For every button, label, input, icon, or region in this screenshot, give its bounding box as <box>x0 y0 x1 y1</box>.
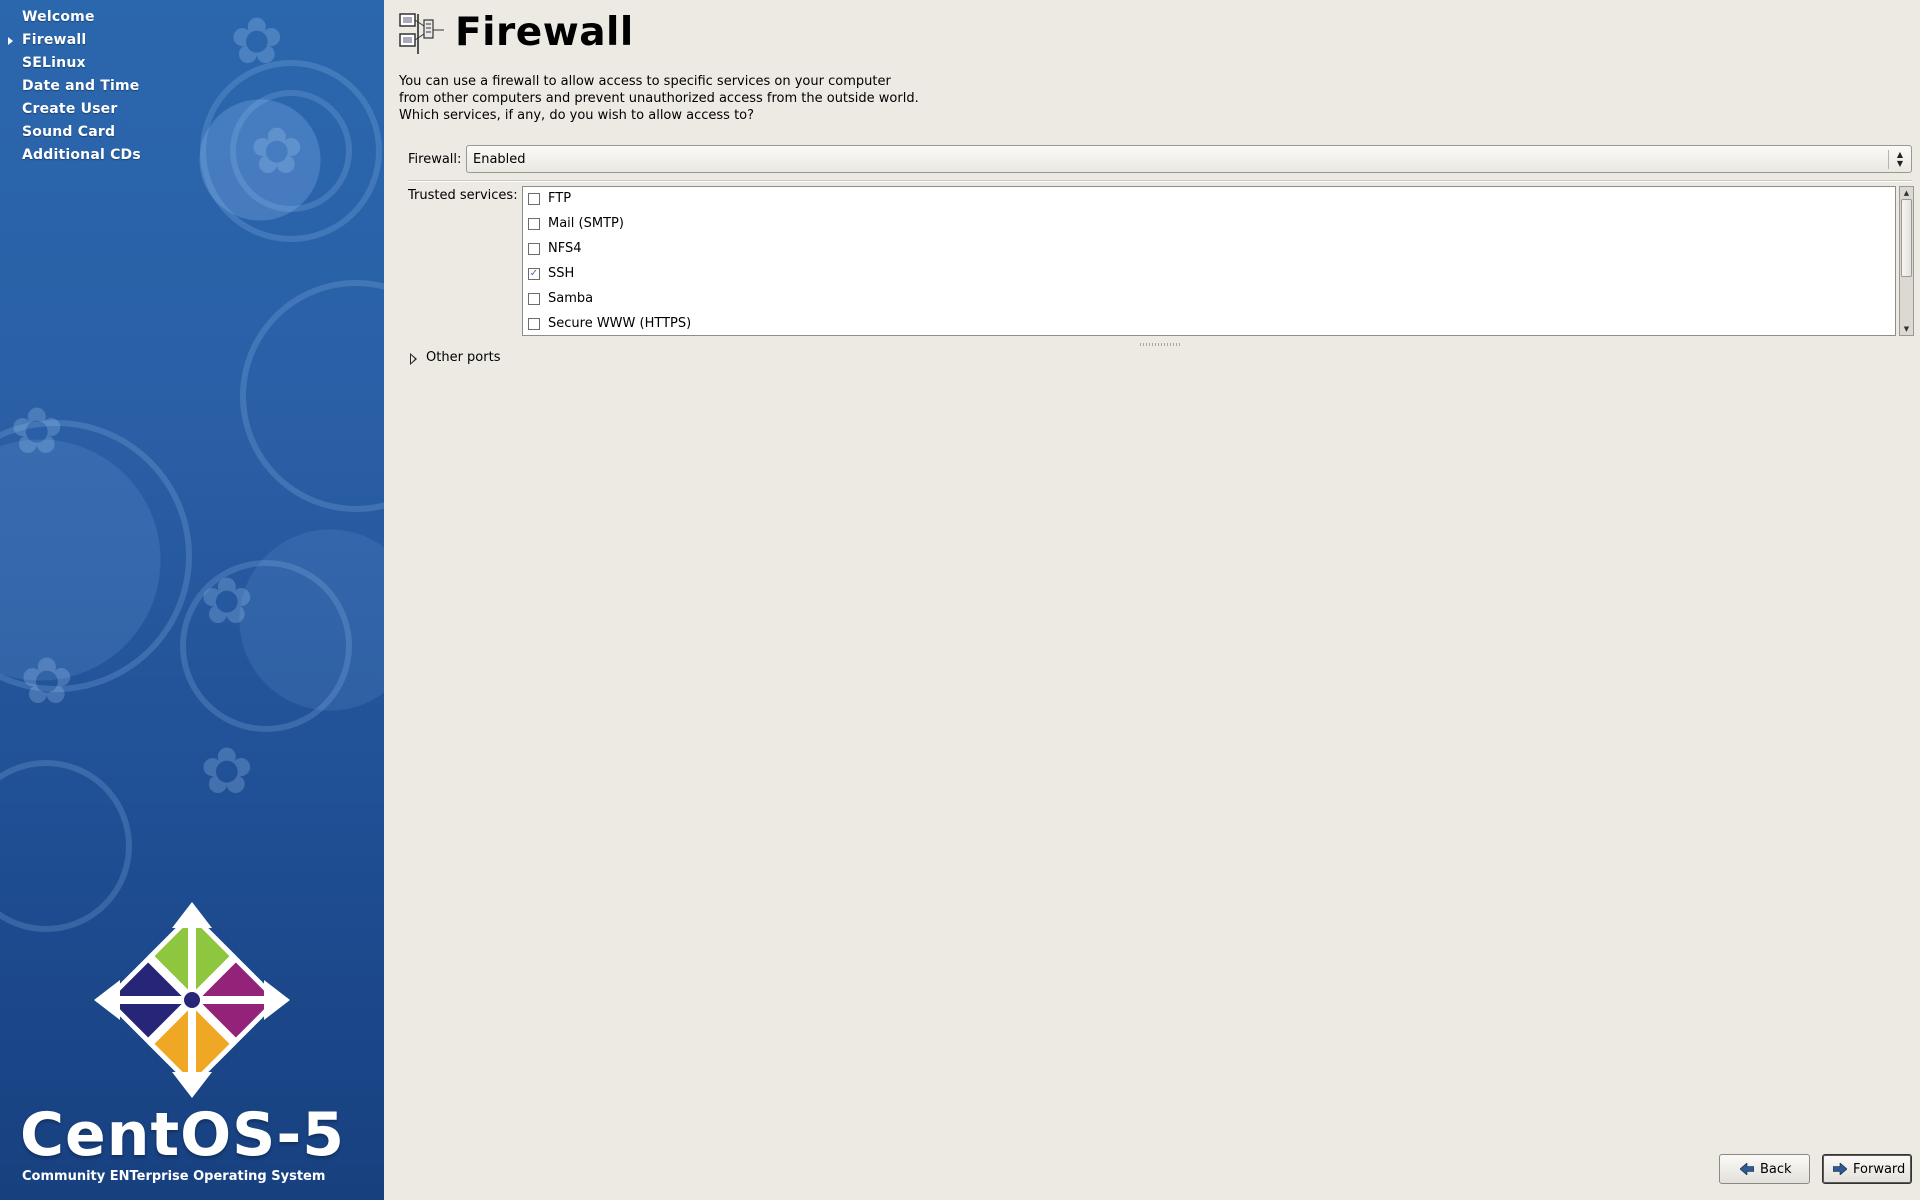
trusted-services-label: Trusted services: <box>408 188 518 203</box>
service-row-ftp[interactable]: FTP <box>523 187 1895 212</box>
scroll-down-arrow-icon[interactable]: ▼ <box>1900 323 1913 335</box>
sidebar-item-label: SELinux <box>22 55 86 71</box>
service-checkbox[interactable] <box>528 243 540 255</box>
back-button-label: Back <box>1760 1162 1792 1177</box>
sidebar-item-selinux[interactable]: SELinux <box>0 52 141 75</box>
service-name: FTP <box>548 191 572 206</box>
sidebar-nav: Welcome Firewall SELinux Date and Time C… <box>0 6 141 167</box>
service-checkbox[interactable] <box>528 318 540 330</box>
combo-separator <box>1888 150 1889 169</box>
flower-ornament: ✿ <box>200 735 254 809</box>
firewall-select[interactable]: Enabled ▲ ▼ <box>466 145 1912 173</box>
sidebar-item-label: Firewall <box>22 32 87 48</box>
sidebar-item-label: Sound Card <box>22 124 116 140</box>
sidebar-item-label: Create User <box>22 101 118 117</box>
scrollbar-thumb[interactable] <box>1901 199 1912 277</box>
centos-logo-icon <box>94 902 290 1098</box>
flower-ornament: ✿ <box>230 5 284 79</box>
sidebar-item-date-and-time[interactable]: Date and Time <box>0 75 141 98</box>
sidebar-item-firewall[interactable]: Firewall <box>0 29 141 52</box>
service-checkbox[interactable] <box>528 293 540 305</box>
flower-ornament: ✿ <box>200 565 254 639</box>
service-row-secure-www-https[interactable]: Secure WWW (HTTPS) <box>523 312 1895 335</box>
service-checkbox[interactable] <box>528 193 540 205</box>
sidebar-item-create-user[interactable]: Create User <box>0 98 141 121</box>
forward-button-label: Forward <box>1853 1162 1906 1177</box>
service-name: Mail (SMTP) <box>548 216 624 231</box>
resize-grip[interactable] <box>1140 343 1180 346</box>
service-name: NFS4 <box>548 241 582 256</box>
sidebar-item-sound-card[interactable]: Sound Card <box>0 121 141 144</box>
page-title: Firewall <box>455 10 634 55</box>
flower-ornament: ✿ <box>20 645 74 719</box>
firewall-selected-value: Enabled <box>473 152 526 167</box>
service-row-ssh[interactable]: ✓ SSH <box>523 262 1895 287</box>
service-row-mail-smtp[interactable]: Mail (SMTP) <box>523 212 1895 237</box>
brand-subtitle: Community ENTerprise Operating System <box>22 1169 326 1184</box>
back-arrow-icon <box>1740 1163 1754 1175</box>
forward-arrow-icon <box>1833 1163 1847 1175</box>
sidebar-item-label: Welcome <box>22 9 95 25</box>
service-name: SSH <box>548 266 575 281</box>
sidebar: ✿ ✿ ✿ ✿ ✿ ✿ Welcome Firewall SELinux Dat… <box>0 0 384 1200</box>
trusted-services-list: FTP Mail (SMTP) NFS4 ✓ SSH Samba Secure … <box>522 186 1896 336</box>
service-name: Samba <box>548 291 594 306</box>
forward-button[interactable]: Forward <box>1822 1154 1912 1184</box>
separator <box>408 180 1912 182</box>
sidebar-item-welcome[interactable]: Welcome <box>0 6 141 29</box>
firewall-network-icon <box>399 13 444 54</box>
service-row-samba[interactable]: Samba <box>523 287 1895 312</box>
page-description: You can use a firewall to allow access t… <box>399 74 919 123</box>
brand-wordmark: CentOS-5 <box>20 1100 345 1170</box>
background-swirl <box>240 280 384 512</box>
up-down-arrows-icon: ▲ ▼ <box>1896 150 1904 168</box>
service-checkbox[interactable]: ✓ <box>528 268 540 280</box>
sidebar-item-label: Date and Time <box>22 78 140 94</box>
services-scrollbar[interactable]: ▲ ▼ <box>1899 186 1914 336</box>
flower-ornament: ✿ <box>250 115 304 189</box>
flower-ornament: ✿ <box>10 395 64 469</box>
other-ports-label: Other ports <box>426 350 501 365</box>
current-step-arrow-icon <box>8 37 13 45</box>
back-button[interactable]: Back <box>1719 1154 1810 1184</box>
service-checkbox[interactable] <box>528 218 540 230</box>
firewall-label: Firewall: <box>408 152 462 167</box>
scroll-up-arrow-icon[interactable]: ▲ <box>1900 187 1913 199</box>
service-row-nfs4[interactable]: NFS4 <box>523 237 1895 262</box>
service-name: Secure WWW (HTTPS) <box>548 316 692 331</box>
sidebar-item-additional-cds[interactable]: Additional CDs <box>0 144 141 167</box>
sidebar-item-label: Additional CDs <box>22 147 141 163</box>
expander-arrow-icon <box>410 353 417 365</box>
